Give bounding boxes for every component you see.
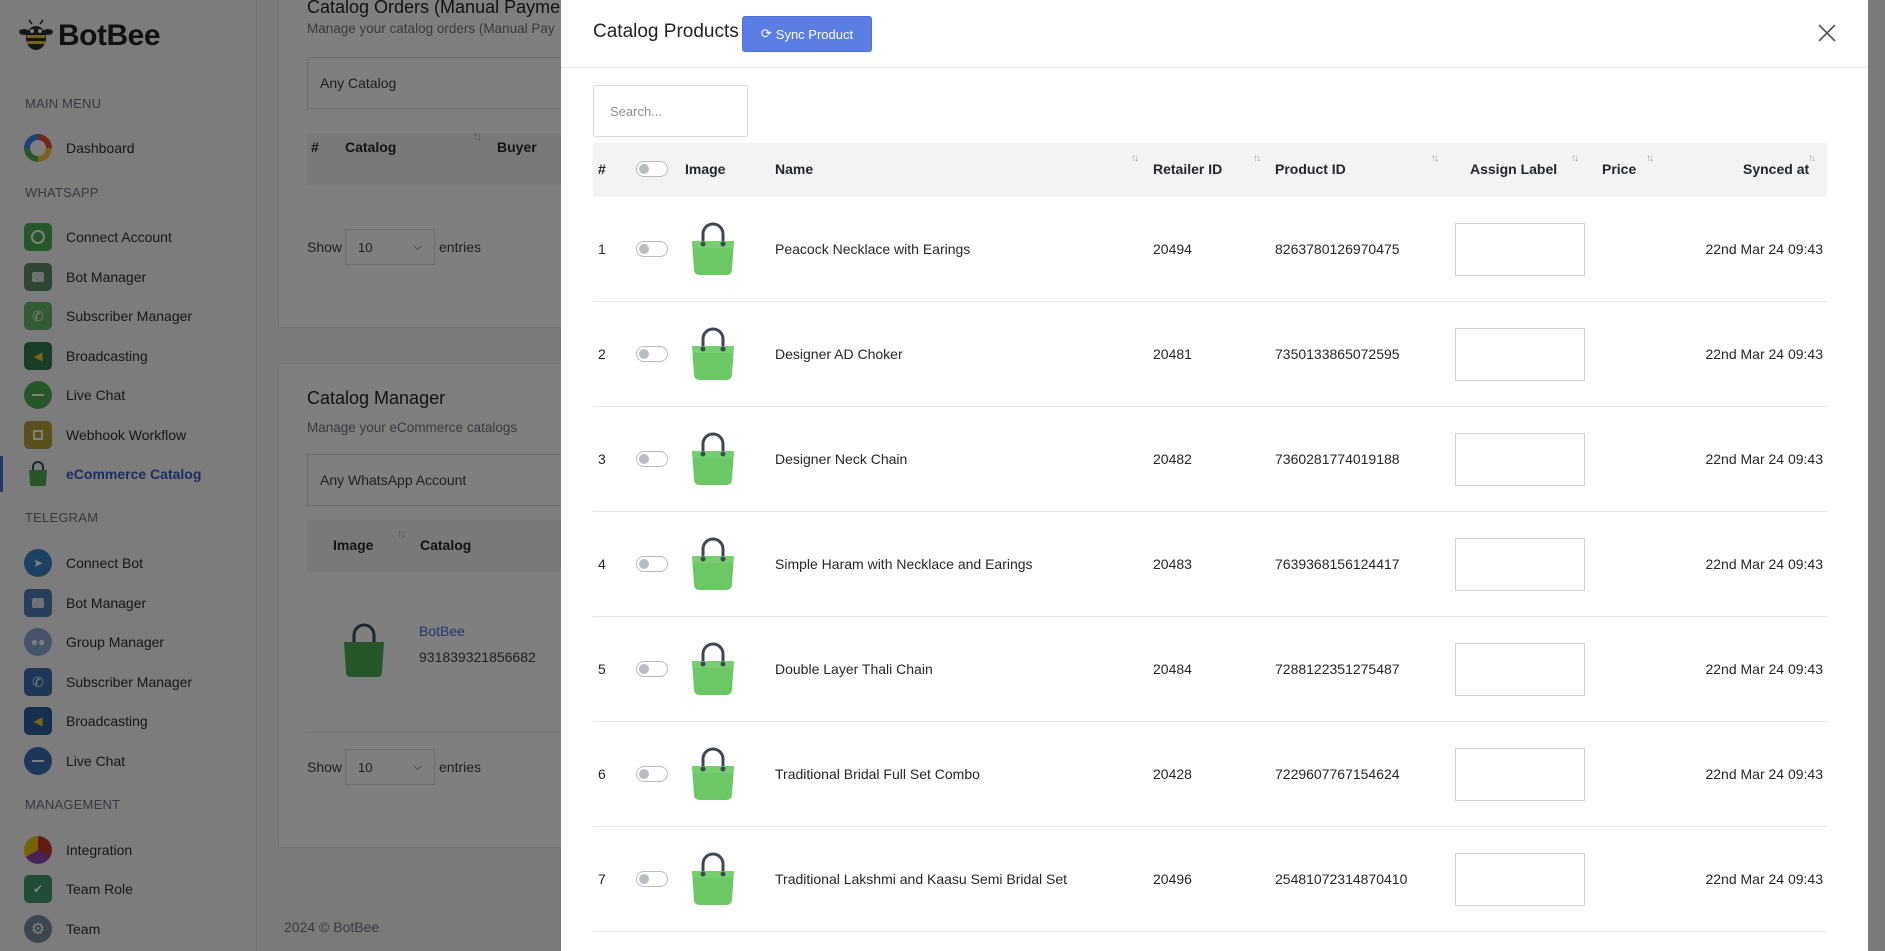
shopping-bag-icon — [692, 747, 734, 800]
assign-label-select[interactable] — [1455, 853, 1585, 906]
col-assign-label[interactable]: Assign Label — [1470, 161, 1557, 177]
col-product-id[interactable]: Product ID — [1275, 161, 1346, 177]
products-table-header: # Image Name ↑↓ Retailer ID ↑↓ Product I… — [593, 143, 1827, 197]
assign-label-select[interactable] — [1455, 328, 1585, 381]
product-name: Traditional Bridal Full Set Combo — [775, 766, 980, 782]
row-number: 3 — [598, 451, 606, 467]
assign-label-select[interactable] — [1455, 433, 1585, 486]
sort-icon[interactable]: ↑↓ — [1431, 153, 1439, 164]
table-row: 1 Peacock Necklace with Earings 20494 82637… — [593, 197, 1827, 302]
product-id: 7229607767154624 — [1275, 766, 1400, 782]
shopping-bag-icon — [692, 432, 734, 485]
sort-icon[interactable]: ↑↓ — [1646, 153, 1654, 164]
row-number: 7 — [598, 871, 606, 887]
synced-at: 22nd Mar 24 09:43 — [1705, 766, 1823, 782]
table-row: 6 Traditional Bridal Full Set Combo 20428 7… — [593, 722, 1827, 827]
row-select-toggle[interactable] — [636, 661, 668, 677]
retailer-id: 20496 — [1153, 871, 1192, 887]
col-retailer-id[interactable]: Retailer ID — [1153, 161, 1222, 177]
synced-at: 22nd Mar 24 09:43 — [1705, 871, 1823, 887]
assign-label-select[interactable] — [1455, 223, 1585, 276]
retailer-id: 20481 — [1153, 346, 1192, 362]
row-number: 1 — [598, 241, 606, 257]
row-select-toggle[interactable] — [636, 451, 668, 467]
catalog-products-panel: Catalog Products ⟳ Sync Product # Image … — [561, 0, 1868, 951]
row-number: 4 — [598, 556, 606, 572]
sort-icon[interactable]: ↑↓ — [1253, 153, 1261, 164]
product-name: Designer Neck Chain — [775, 451, 908, 467]
product-name: Simple Haram with Necklace and Earings — [775, 556, 1033, 572]
shopping-bag-icon — [692, 852, 734, 905]
product-name: Peacock Necklace with Earings — [775, 241, 971, 257]
retailer-id: 20483 — [1153, 556, 1192, 572]
sort-icon[interactable]: ↑↓ — [1131, 153, 1139, 164]
col-num: # — [598, 161, 606, 177]
assign-label-select[interactable] — [1455, 643, 1585, 696]
assign-label-select[interactable] — [1455, 748, 1585, 801]
product-name: Designer AD Choker — [775, 346, 903, 362]
row-select-toggle[interactable] — [636, 556, 668, 572]
sort-icon[interactable]: ↑↓ — [1571, 153, 1579, 164]
row-select-toggle[interactable] — [636, 871, 668, 887]
select-all-toggle[interactable] — [636, 161, 668, 177]
panel-header: Catalog Products ⟳ Sync Product — [561, 0, 1868, 68]
assign-label-select[interactable] — [1455, 538, 1585, 591]
row-number: 5 — [598, 661, 606, 677]
synced-at: 22nd Mar 24 09:43 — [1705, 451, 1823, 467]
product-id: 7350133865072595 — [1275, 346, 1400, 362]
product-name: Traditional Lakshmi and Kaasu Semi Brida… — [775, 871, 1068, 887]
table-row: 3 Designer Neck Chain 20482 736028177401918… — [593, 407, 1827, 512]
shopping-bag-icon — [692, 537, 734, 590]
row-select-toggle[interactable] — [636, 346, 668, 362]
table-row: 4 Simple Haram with Necklace and Earings 2… — [593, 512, 1827, 617]
row-number: 2 — [598, 346, 606, 362]
col-price[interactable]: Price — [1602, 161, 1636, 177]
retailer-id: 20428 — [1153, 766, 1192, 782]
product-id: 25481072314870410 — [1275, 871, 1408, 887]
shopping-bag-icon — [692, 222, 734, 275]
retailer-id: 20494 — [1153, 241, 1192, 257]
product-id: 7288122351275487 — [1275, 661, 1400, 677]
panel-title: Catalog Products — [593, 21, 739, 42]
col-image: Image — [685, 161, 726, 177]
product-id: 8263780126970475 — [1275, 241, 1400, 257]
sort-icon[interactable]: ↑↓ — [1808, 153, 1816, 164]
sync-product-button[interactable]: ⟳ Sync Product — [742, 16, 872, 52]
retailer-id: 20484 — [1153, 661, 1192, 677]
row-select-toggle[interactable] — [636, 766, 668, 782]
product-name: Double Layer Thali Chain — [775, 661, 933, 677]
col-name[interactable]: Name — [775, 161, 813, 177]
sync-icon: ⟳ — [760, 26, 772, 41]
row-select-toggle[interactable] — [636, 241, 668, 257]
col-synced-at[interactable]: Synced at — [1743, 161, 1809, 177]
search-input[interactable] — [593, 85, 748, 137]
synced-at: 22nd Mar 24 09:43 — [1705, 661, 1823, 677]
table-row: 5 Double Layer Thali Chain 20484 7288122351… — [593, 617, 1827, 722]
shopping-bag-icon — [692, 327, 734, 380]
synced-at: 22nd Mar 24 09:43 — [1705, 556, 1823, 572]
retailer-id: 20482 — [1153, 451, 1192, 467]
synced-at: 22nd Mar 24 09:43 — [1705, 346, 1823, 362]
sync-button-label: Sync Product — [775, 26, 854, 42]
close-icon[interactable] — [1814, 20, 1840, 46]
row-number: 6 — [598, 766, 606, 782]
table-row: 2 Designer AD Choker 20481 7350133865072595… — [593, 302, 1827, 407]
shopping-bag-icon — [692, 642, 734, 695]
synced-at: 22nd Mar 24 09:43 — [1705, 241, 1823, 257]
product-id: 7639368156124417 — [1275, 556, 1400, 572]
product-id: 7360281774019188 — [1275, 451, 1400, 467]
table-row: 7 Traditional Lakshmi and Kaasu Semi Brid… — [593, 827, 1827, 932]
